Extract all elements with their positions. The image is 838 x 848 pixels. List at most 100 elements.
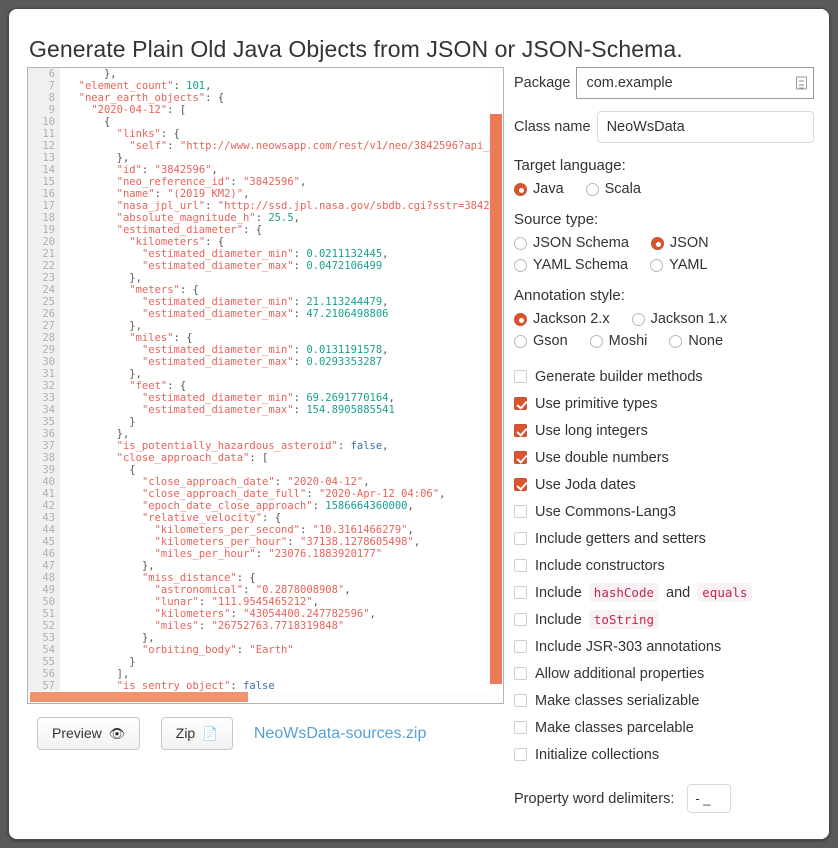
option-checkbox[interactable]: Include getters and setters bbox=[514, 527, 814, 550]
delimiters-input[interactable] bbox=[687, 784, 732, 813]
source-type-option[interactable]: YAML bbox=[650, 257, 708, 273]
option-checkbox-label: Make classes parcelable bbox=[535, 720, 694, 736]
action-buttons: Preview 👁 Zip 📄 NeoWsData-sources.zip bbox=[37, 717, 426, 750]
checkbox-unchecked-icon[interactable] bbox=[514, 370, 527, 383]
target-language-option-label: Scala bbox=[604, 181, 641, 197]
checkbox-unchecked-icon[interactable] bbox=[514, 640, 527, 653]
checkbox-unchecked-icon[interactable] bbox=[514, 586, 527, 599]
option-checkbox[interactable]: Include JSR-303 annotations bbox=[514, 635, 814, 658]
radio-unchecked-icon[interactable] bbox=[514, 236, 527, 250]
editor-line-number: 37 bbox=[42, 440, 55, 452]
checkbox-unchecked-icon[interactable] bbox=[514, 694, 527, 707]
radio-unchecked-icon[interactable] bbox=[514, 258, 527, 272]
checkbox-unchecked-icon[interactable] bbox=[514, 505, 527, 518]
checkbox-checked-icon[interactable] bbox=[514, 424, 527, 437]
option-checkbox[interactable]: Use long integers bbox=[514, 419, 814, 442]
editor-line-number: 47 bbox=[42, 560, 55, 572]
code-chip: hashCode bbox=[588, 582, 660, 602]
option-checkbox[interactable]: Generate builder methods bbox=[514, 365, 814, 388]
editor-code-line: "id": "3842596", bbox=[116, 164, 218, 176]
editor-line-number: 30 bbox=[42, 356, 55, 368]
editor-line-number: 46 bbox=[42, 548, 55, 560]
editor-line-number: 28 bbox=[42, 332, 55, 344]
checkbox-label-text: Make classes parcelable bbox=[535, 719, 694, 736]
source-type-option[interactable]: JSON bbox=[650, 235, 709, 251]
editor-line-number: 24 bbox=[42, 284, 55, 296]
radio-checked-icon[interactable] bbox=[650, 236, 664, 250]
editor-code-line: } bbox=[129, 416, 136, 428]
checkbox-unchecked-icon[interactable] bbox=[514, 667, 527, 680]
option-checkbox[interactable]: Make classes serializable bbox=[514, 689, 814, 712]
option-checkbox-label: Include hashCode and equals bbox=[535, 582, 755, 602]
editor-line-number: 12 bbox=[42, 140, 55, 152]
editor-line-number: 15 bbox=[42, 176, 55, 188]
radio-unchecked-icon[interactable] bbox=[650, 258, 664, 272]
checkbox-unchecked-icon[interactable] bbox=[514, 532, 527, 545]
annotation-style-options: Jackson 2.x Jackson 1.x Gson Moshi None bbox=[514, 311, 814, 349]
class-name-input[interactable] bbox=[596, 111, 814, 143]
editor-line-number: 19 bbox=[42, 224, 55, 236]
editor-code-content[interactable]: }, "element_count": 101, "near_earth_obj… bbox=[66, 68, 503, 703]
source-type-option[interactable]: JSON Schema bbox=[514, 235, 629, 251]
annotation-style-option[interactable]: None bbox=[669, 333, 723, 349]
annotation-style-option[interactable]: Moshi bbox=[589, 333, 647, 349]
package-input[interactable] bbox=[576, 67, 814, 99]
editor-horizontal-scrollbar[interactable] bbox=[28, 691, 503, 703]
target-language-option[interactable]: Java bbox=[514, 181, 564, 197]
option-checkbox[interactable]: Include toString bbox=[514, 608, 814, 631]
radio-unchecked-icon[interactable] bbox=[631, 312, 645, 326]
editor-code-line: "estimated_diameter_min": 69.2691770164, bbox=[141, 392, 395, 404]
editor-line-number: 50 bbox=[42, 596, 55, 608]
editor-vertical-scrollbar-thumb[interactable] bbox=[490, 114, 502, 684]
radio-unchecked-icon[interactable] bbox=[585, 182, 599, 196]
editor-line-number: 17 bbox=[42, 200, 55, 212]
checkbox-unchecked-icon[interactable] bbox=[514, 748, 527, 761]
annotation-style-option[interactable]: Gson bbox=[514, 333, 568, 349]
editor-viewport[interactable]: 6 7 8 9 10 11 12 13 14 15 16 17 18 19 20 21 22 23 24 25 26 27… bbox=[28, 68, 503, 703]
radio-unchecked-icon[interactable] bbox=[514, 334, 527, 348]
option-checkbox[interactable]: Make classes parcelable bbox=[514, 716, 814, 739]
checkbox-checked-icon[interactable] bbox=[514, 397, 527, 410]
checkbox-unchecked-icon[interactable] bbox=[514, 613, 527, 626]
option-checkbox[interactable]: Use Commons-Lang3 bbox=[514, 500, 814, 523]
option-checkbox-label: Include JSR-303 annotations bbox=[535, 639, 721, 655]
target-language-option[interactable]: Scala bbox=[585, 181, 641, 197]
editor-code-line: "close_approach_date_full": "2020-Apr-12… bbox=[141, 488, 446, 500]
editor-horizontal-scrollbar-thumb[interactable] bbox=[30, 692, 248, 702]
option-checkbox[interactable]: Use Joda dates bbox=[514, 473, 814, 496]
json-editor[interactable]: 6 7 8 9 10 11 12 13 14 15 16 17 18 19 20 21 22 23 24 25 26 27… bbox=[27, 67, 504, 704]
radio-checked-icon[interactable] bbox=[514, 312, 527, 326]
editor-code-line: }, bbox=[141, 632, 155, 644]
radio-unchecked-icon[interactable] bbox=[589, 334, 603, 348]
source-type-option[interactable]: YAML Schema bbox=[514, 257, 628, 273]
option-checkbox[interactable]: Include hashCode and equals bbox=[514, 581, 814, 604]
editor-line-number: 31 bbox=[42, 368, 55, 380]
radio-unchecked-icon[interactable] bbox=[669, 334, 683, 348]
editor-code-line: }, bbox=[141, 560, 155, 572]
option-checkbox[interactable]: Use primitive types bbox=[514, 392, 814, 415]
radio-checked-icon[interactable] bbox=[514, 182, 527, 196]
annotation-style-option[interactable]: Jackson 1.x bbox=[631, 311, 727, 327]
checkbox-checked-icon[interactable] bbox=[514, 451, 527, 464]
option-checkbox[interactable]: Initialize collections bbox=[514, 743, 814, 766]
option-checkbox-label: Use primitive types bbox=[535, 396, 657, 412]
zip-button[interactable]: Zip 📄 bbox=[160, 717, 234, 750]
checkbox-unchecked-icon[interactable] bbox=[514, 721, 527, 734]
target-language-label: Target language: bbox=[514, 157, 626, 174]
preview-button[interactable]: Preview 👁 bbox=[37, 717, 141, 750]
zip-button-label: Zip bbox=[175, 725, 196, 741]
checkbox-unchecked-icon[interactable] bbox=[514, 559, 527, 572]
editor-code-line: "miss_distance": { bbox=[141, 572, 256, 584]
editor-code-line: "neo_reference_id": "3842596", bbox=[116, 176, 307, 188]
checkbox-label-text: Make classes serializable bbox=[535, 692, 700, 709]
checkbox-checked-icon[interactable] bbox=[514, 478, 527, 491]
option-checkbox[interactable]: Allow additional properties bbox=[514, 662, 814, 685]
resize-grip-icon[interactable] bbox=[796, 76, 807, 90]
option-checkbox[interactable]: Use double numbers bbox=[514, 446, 814, 469]
annotation-style-option[interactable]: Jackson 2.x bbox=[514, 311, 610, 327]
editor-code-line: "nasa_jpl_url": "http://ssd.jpl.nasa.gov… bbox=[116, 200, 503, 212]
editor-vertical-scrollbar[interactable] bbox=[489, 68, 503, 703]
download-zip-link[interactable]: NeoWsData-sources.zip bbox=[254, 725, 427, 743]
option-checkbox[interactable]: Include constructors bbox=[514, 554, 814, 577]
editor-line-number: 27 bbox=[42, 320, 55, 332]
